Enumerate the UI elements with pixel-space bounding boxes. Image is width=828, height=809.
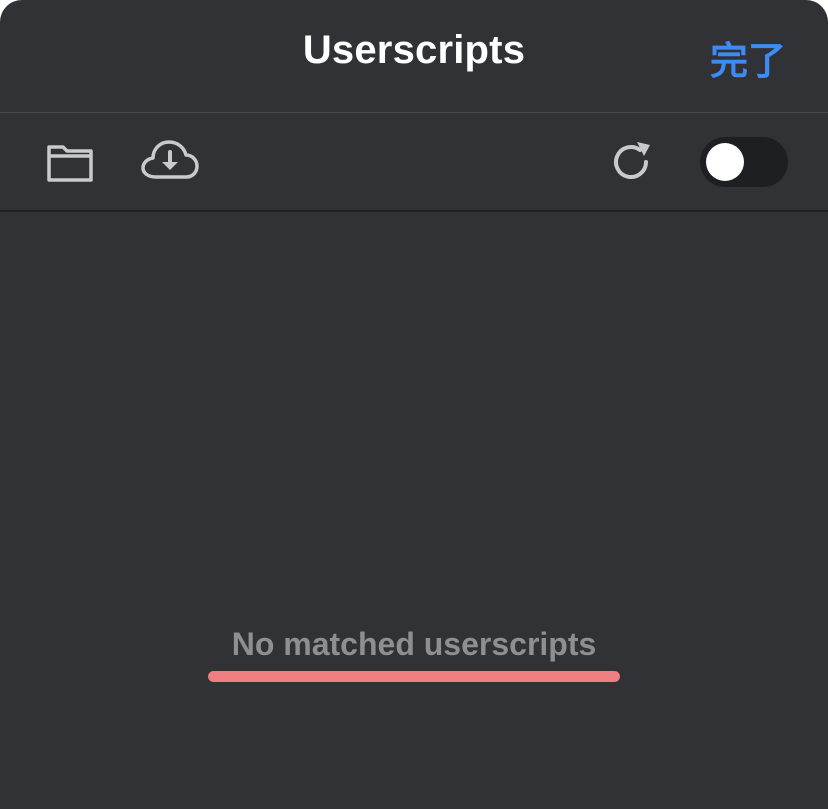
empty-state-message: No matched userscripts: [231, 626, 597, 662]
toolbar: [0, 113, 828, 212]
toggle-knob: [706, 143, 744, 181]
page-title: Userscripts: [302, 28, 526, 72]
refresh-button[interactable]: [606, 137, 656, 187]
download-button[interactable]: [140, 137, 200, 185]
folder-icon: [47, 145, 93, 182]
done-button[interactable]: 完了: [710, 30, 786, 85]
cloud-download-icon: [141, 140, 199, 179]
userscripts-popup: Userscripts 完了 No matched userscripts: [0, 0, 828, 809]
annotation-underline: [208, 671, 620, 682]
navigation-bar: Userscripts 完了: [0, 0, 828, 113]
refresh-icon: [614, 142, 650, 179]
open-folder-button[interactable]: [44, 139, 96, 185]
enable-toggle[interactable]: [700, 137, 788, 187]
